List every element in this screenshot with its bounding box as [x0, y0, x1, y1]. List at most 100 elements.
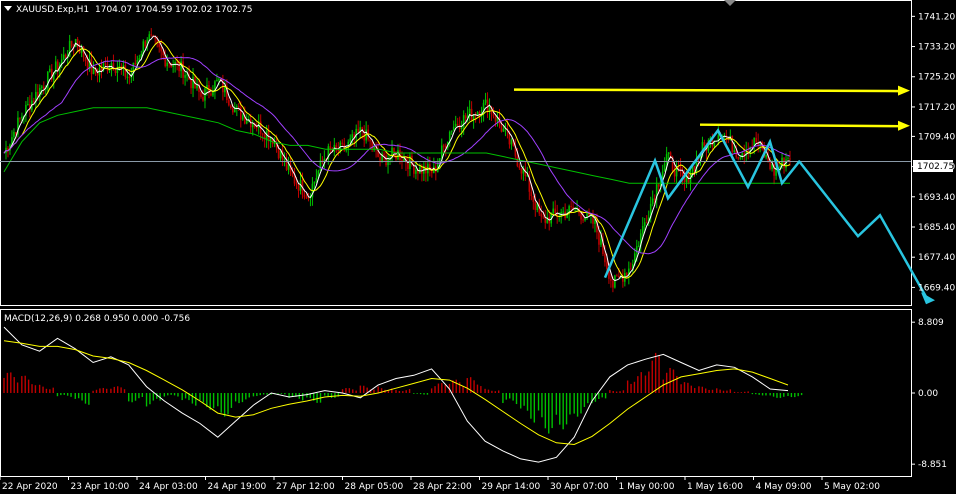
candle-body: [212, 91, 214, 96]
price-tick-label: 1741.20: [918, 12, 955, 22]
candle-body: [218, 78, 220, 80]
candle-body: [96, 72, 99, 76]
level-arrow-line: [699, 123, 901, 128]
candle-body: [679, 166, 682, 172]
dropdown-icon[interactable]: [4, 6, 12, 11]
level-arrow-head: [898, 120, 910, 131]
candle-body: [419, 166, 421, 174]
candle-body: [442, 145, 445, 147]
candle-body: [33, 100, 35, 102]
candle-body: [64, 54, 67, 58]
candle-body: [574, 209, 576, 211]
candle-body: [114, 70, 117, 73]
price-tick-label: 1685.40: [918, 223, 955, 233]
candle-body: [19, 117, 21, 119]
candle-body: [48, 68, 51, 72]
candle-body: [604, 254, 606, 263]
candle-body: [456, 123, 459, 126]
candle-body: [518, 165, 521, 169]
price-tick-label: 1669.40: [918, 283, 955, 293]
candle-body: [755, 137, 757, 143]
candle-body: [200, 92, 202, 97]
price-tick-label: 1693.40: [918, 193, 955, 203]
candle-body: [460, 127, 463, 130]
scroll-marker-icon[interactable]: [724, 0, 736, 6]
candle-body: [134, 62, 137, 65]
candle-body: [287, 164, 290, 170]
candle-body: [614, 275, 616, 288]
candle-body: [582, 219, 584, 221]
macd-series: [3, 326, 803, 463]
candle-body: [357, 128, 359, 133]
candle-body: [470, 108, 473, 121]
candle-body: [657, 184, 660, 187]
candle-body: [542, 216, 545, 218]
candle-body: [313, 181, 316, 184]
candle-body: [401, 159, 403, 162]
candle-body: [663, 163, 666, 172]
time-tick-label: 28 Apr 05:00: [345, 482, 404, 492]
candle-body: [238, 106, 240, 108]
candle-body: [315, 178, 318, 182]
candle-body: [454, 123, 457, 127]
time-tick-label: 27 Apr 12:00: [276, 482, 335, 492]
candle-body: [554, 208, 556, 214]
candle-body: [415, 169, 417, 174]
candle-body: [494, 116, 497, 122]
candle-body: [739, 157, 742, 159]
chart-canvas[interactable]: 1741.201733.201725.201717.201709.401701.…: [0, 0, 956, 494]
candle-body: [305, 197, 308, 199]
candle-body: [349, 138, 352, 142]
candle-body: [112, 63, 115, 71]
candle-body: [486, 99, 489, 112]
axes: 1741.201733.201725.201717.201709.401701.…: [0, 12, 955, 492]
candle-body: [637, 245, 640, 247]
candle-body: [703, 142, 706, 146]
time-tick-label: 23 Apr 10:00: [71, 482, 130, 492]
candle-body: [160, 47, 162, 52]
candle-body: [216, 79, 218, 82]
candle-body: [144, 41, 147, 47]
candle-body: [138, 58, 141, 61]
candle-body: [610, 278, 612, 281]
candle-body: [291, 172, 294, 176]
candle-body: [307, 197, 310, 199]
time-tick-label: 29 Apr 14:00: [482, 482, 541, 492]
candle-body: [210, 93, 212, 96]
candle-body: [600, 238, 602, 245]
time-tick-label: 24 Apr 19:00: [208, 482, 267, 492]
candle-body: [172, 65, 174, 67]
candle-body: [148, 34, 151, 40]
macd-main-line: [3, 326, 789, 463]
candle-body: [236, 106, 238, 108]
candle-body: [397, 150, 399, 160]
candle-body: [737, 157, 740, 159]
candle-body: [562, 211, 564, 213]
candle-body: [635, 246, 638, 254]
candle-body: [584, 218, 586, 221]
candle-body: [387, 159, 389, 166]
candle-body: [232, 108, 234, 113]
time-tick-label: 1 May 00:00: [619, 482, 675, 492]
candle-body: [450, 130, 453, 132]
candle-body: [616, 275, 618, 277]
price-tick-label: 1733.20: [918, 43, 955, 53]
candle-body: [62, 54, 65, 60]
candle-body: [665, 154, 668, 164]
ohlc-readout: 1704.07 1704.59 1702.02 1702.75: [95, 5, 252, 15]
forecast-zigzag-line: [799, 161, 930, 301]
candle-body: [789, 158, 791, 160]
candle-body: [667, 152, 670, 155]
macd-tick-label: 0.00: [918, 389, 938, 399]
candle-body: [261, 133, 264, 135]
candle-body: [70, 40, 73, 47]
candle-body: [500, 124, 503, 132]
candle-body: [540, 213, 543, 217]
candle-body: [84, 57, 87, 62]
time-tick-label: 30 Apr 07:00: [550, 482, 609, 492]
price-tick-label: 1725.20: [918, 73, 955, 83]
candle-body: [283, 159, 286, 161]
time-tick-label: 4 May 09:00: [756, 482, 812, 492]
candle-body: [532, 196, 535, 202]
drawn-objects[interactable]: [513, 85, 935, 305]
